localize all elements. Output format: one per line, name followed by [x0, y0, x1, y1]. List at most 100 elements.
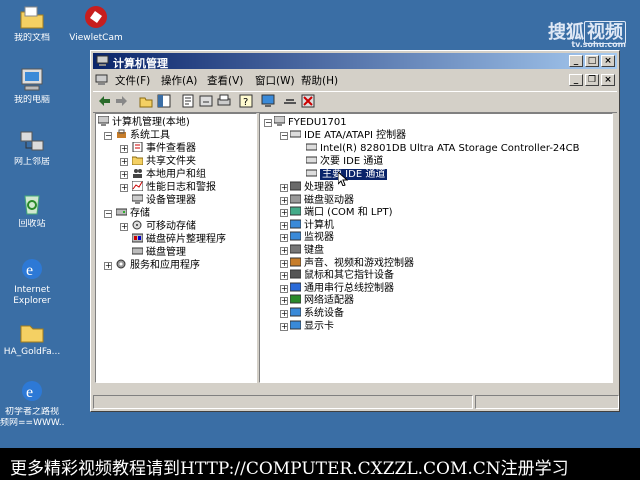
device-category-item[interactable]: 系统设备 — [289, 307, 344, 319]
tree-item-device-manager[interactable]: 设备管理器 — [131, 194, 196, 206]
status-cell-secondary — [475, 395, 619, 409]
scan-hardware-icon[interactable] — [261, 94, 275, 108]
close-button[interactable]: × — [601, 55, 615, 67]
tree-item-perf-logs[interactable]: 性能日志和警报 — [131, 180, 216, 193]
device-category-item[interactable]: 鼠标和其它指针设备 — [289, 269, 394, 281]
device-ide-intel[interactable]: Intel(R) 82801DB Ultra ATA Storage Contr… — [305, 142, 580, 154]
tree-root[interactable]: 计算机管理(本地) — [97, 115, 190, 128]
left-tree-pane[interactable]: 计算机管理(本地) − 系统工具 + 事件查看器 + 共享文件夹 + 本地用户和… — [95, 113, 257, 383]
expander-category[interactable]: + — [280, 272, 288, 281]
expander-system-tools[interactable]: − — [104, 132, 112, 140]
expander-category[interactable]: + — [280, 234, 288, 243]
menu-action[interactable]: 操作(A) — [161, 73, 197, 88]
desktop-icon-viewletcam[interactable]: ViewletCam — [64, 4, 128, 44]
expander-category[interactable]: + — [280, 247, 288, 255]
child-close-button[interactable]: × — [601, 74, 615, 86]
expander-removable-storage[interactable]: + — [120, 223, 128, 231]
device-category-item[interactable]: 端口 (COM 和 LPT) — [289, 206, 393, 218]
desktop-icon-my-computer[interactable]: 我的电脑 — [0, 66, 64, 106]
expander-local-users[interactable]: + — [120, 171, 128, 179]
device-label: 次要 IDE 通道 — [320, 156, 384, 167]
maximize-button[interactable]: □ — [585, 55, 599, 67]
device-category-icon — [289, 320, 302, 330]
device-category-item[interactable]: 显示卡 — [289, 320, 334, 332]
desktop-icon-label: Internet — [14, 285, 50, 295]
device-ide-secondary[interactable]: 次要 IDE 通道 — [305, 155, 384, 167]
expander-event-viewer[interactable]: + — [120, 145, 128, 153]
device-category-item[interactable]: 网络适配器 — [289, 294, 354, 306]
tree-item-system-tools[interactable]: 系统工具 — [116, 129, 170, 141]
tree-item-label: 事件查看器 — [146, 143, 196, 154]
device-category-label: 处理器 — [304, 182, 334, 193]
desktop-icon-recycle-bin[interactable]: 回收站 — [0, 190, 64, 230]
tree-item-removable-storage[interactable]: 可移动存储 — [132, 220, 196, 232]
expander-category[interactable]: + — [280, 209, 288, 218]
right-device-pane[interactable]: − FYEDU1701 − IDE ATA/ATAPI 控制器 Intel(R)… — [259, 113, 613, 383]
tree-item-event-viewer[interactable]: 事件查看器 — [132, 141, 196, 154]
expander-category[interactable]: + — [280, 221, 288, 230]
expander-shared-folders[interactable]: + — [120, 158, 128, 166]
uninstall-icon[interactable] — [301, 94, 315, 108]
back-arrow-icon[interactable] — [97, 94, 111, 108]
expander-ide[interactable]: − — [280, 132, 288, 140]
update-driver-icon[interactable] — [283, 94, 297, 108]
device-category-item[interactable]: 计算机 — [289, 219, 334, 231]
device-category-item[interactable]: 监视器 — [289, 231, 334, 243]
desktop-icon-ie[interactable]: e Internet Explorer — [0, 256, 64, 307]
device-category-label: 系统设备 — [304, 308, 344, 319]
menu-view[interactable]: 查看(V) — [207, 73, 243, 88]
expander-category[interactable]: + — [280, 310, 288, 318]
services-icon — [116, 259, 127, 269]
tree-item-label: 设备管理器 — [146, 195, 196, 206]
expander-category[interactable]: + — [280, 284, 288, 293]
menu-file[interactable]: 文件(F) — [115, 73, 150, 88]
device-category-item[interactable]: 通用串行总线控制器 — [289, 282, 394, 294]
device-category-item[interactable]: 声音、视频和游戏控制器 — [289, 257, 414, 269]
device-category-item[interactable]: 键盘 — [289, 244, 324, 256]
network-icon — [19, 128, 45, 154]
desktop-icon-label: ViewletCam — [69, 33, 123, 43]
menu-help[interactable]: 帮助(H) — [301, 73, 338, 88]
device-tree-root[interactable]: FYEDU1701 — [273, 115, 347, 128]
tree-item-local-users[interactable]: 本地用户和组 — [132, 168, 206, 180]
device-category-item[interactable]: 处理器 — [289, 181, 334, 193]
removable-storage-icon — [132, 220, 143, 230]
expander-root[interactable]: − — [264, 119, 272, 127]
expander-category[interactable]: + — [280, 259, 288, 268]
child-minimize-button[interactable]: _ — [569, 74, 583, 86]
desktop-icon-ha-goldfa[interactable]: HA_GoldFa... — [0, 318, 64, 358]
toolbar: ? — [93, 91, 617, 113]
expander-category[interactable]: + — [280, 196, 288, 205]
expander-category[interactable]: + — [280, 297, 288, 306]
expander-category[interactable]: + — [280, 184, 288, 192]
window-titlebar[interactable]: 计算机管理 _ □ × — [93, 53, 617, 70]
desktop-icon-my-documents[interactable]: 我的文档 — [0, 4, 64, 44]
tree-item-storage[interactable]: 存储 — [115, 207, 150, 219]
minimize-button[interactable]: _ — [569, 55, 583, 67]
expander-category[interactable]: + — [280, 322, 288, 331]
up-folder-icon[interactable] — [139, 94, 153, 108]
menu-window[interactable]: 窗口(W) — [255, 73, 295, 88]
show-tree-icon[interactable] — [157, 94, 171, 108]
device-category-ide[interactable]: IDE ATA/ATAPI 控制器 — [289, 129, 406, 141]
desktop-icon-network[interactable]: 网上邻居 — [0, 128, 64, 168]
desktop-icon-label-line2: Explorer — [13, 296, 51, 306]
expander-storage[interactable]: − — [104, 210, 112, 218]
tree-item-services-apps[interactable]: 服务和应用程序 — [116, 259, 200, 271]
device-category-item[interactable]: 磁盘驱动器 — [289, 194, 354, 206]
print-icon[interactable] — [217, 94, 231, 108]
tree-item-defrag[interactable]: 磁盘碎片整理程序 — [131, 233, 226, 245]
forward-arrow-icon[interactable] — [115, 94, 129, 108]
desktop-icon-beginner-video[interactable]: e 初学者之路视 频网==WWW... — [0, 378, 64, 429]
device-category-label: 声音、视频和游戏控制器 — [304, 257, 414, 269]
tree-item-label: 系统工具 — [130, 130, 170, 141]
help-icon[interactable]: ? — [239, 94, 253, 108]
properties-icon[interactable] — [181, 94, 195, 108]
expander-perf-logs[interactable]: + — [120, 184, 128, 192]
expander-services-apps[interactable]: + — [104, 262, 112, 270]
export-icon[interactable] — [199, 94, 213, 108]
tree-root-label: 计算机管理(本地) — [112, 117, 190, 128]
tree-item-shared-folders[interactable]: 共享文件夹 — [131, 155, 196, 167]
child-restore-button[interactable]: ❐ — [585, 74, 599, 86]
tree-item-disk-management[interactable]: 磁盘管理 — [131, 246, 186, 258]
